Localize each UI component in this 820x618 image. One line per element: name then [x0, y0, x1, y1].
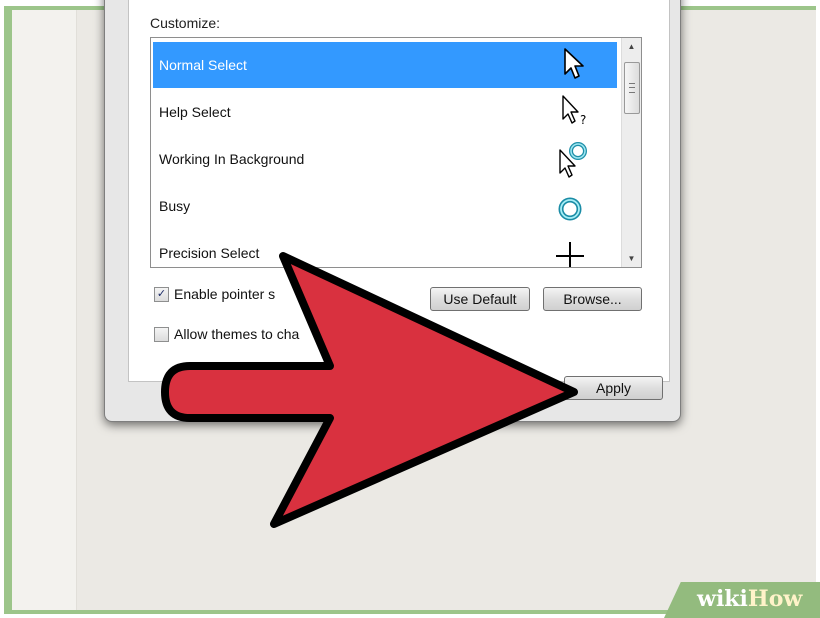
- red-pointing-arrow-icon: [161, 252, 578, 528]
- wikihow-logo: wikiHow: [697, 586, 803, 612]
